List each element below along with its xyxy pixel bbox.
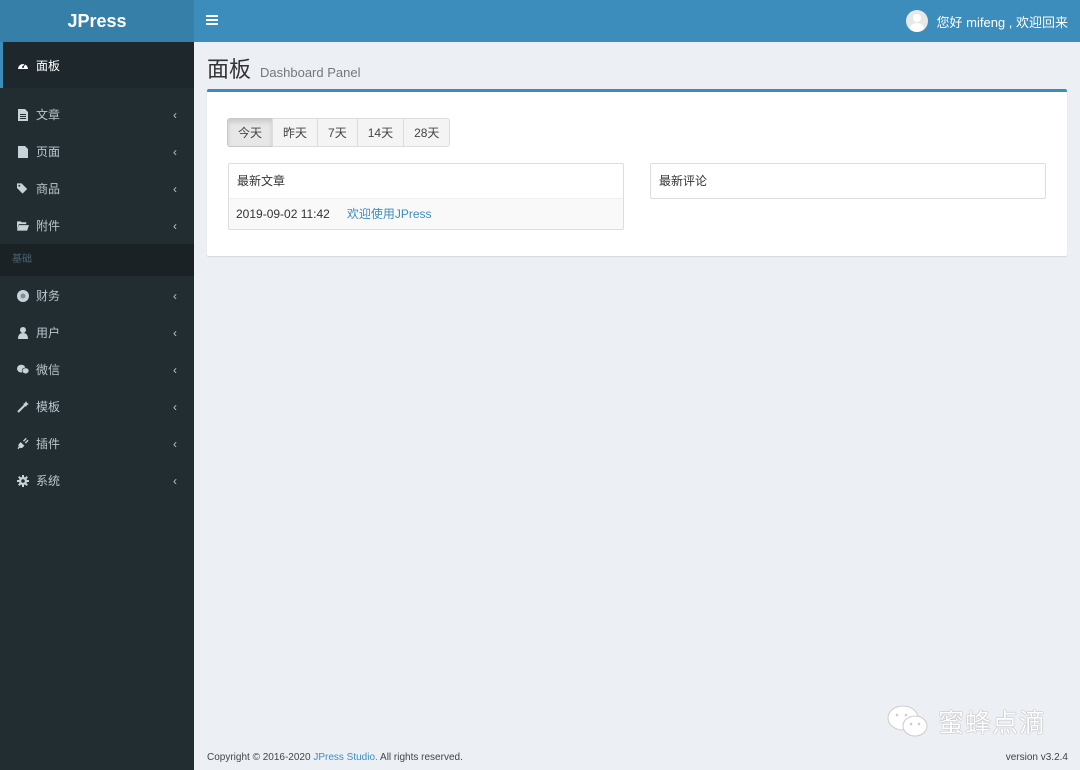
chevron-left-icon: ‹ [173, 362, 177, 377]
logo[interactable]: JPress [0, 0, 194, 42]
panel-title: 最新评论 [659, 174, 708, 188]
tab-today[interactable]: 今天 [227, 118, 274, 147]
copyright-prefix: Copyright © 2016-2020 [207, 752, 314, 763]
sidebar-item-users[interactable]: 用户 ‹ [0, 314, 194, 351]
sidebar-item-finance[interactable]: 财务 ‹ [0, 277, 194, 314]
sidebar-item-label: 文章 [36, 108, 61, 122]
sidebar-toggle-icon[interactable] [206, 15, 218, 27]
user-menu[interactable]: 您好 mifeng , 欢迎回来 [905, 0, 1068, 42]
sidebar: 面板 文章 ‹ 页面 ‹ 商品 ‹ 附件 ‹ 基础 财务 ‹ 用户 ‹ 微信 ‹… [0, 42, 194, 770]
sidebar-item-label: 微信 [36, 363, 61, 377]
list-item: 2019-09-02 11:42 欢迎使用JPress [229, 198, 623, 229]
chevron-left-icon: ‹ [173, 399, 177, 414]
sidebar-item-pages[interactable]: 页面 ‹ [0, 133, 194, 170]
sidebar-item-label: 系统 [36, 474, 61, 488]
footer-version: version v3.2.4 [1005, 752, 1068, 763]
chevron-left-icon: ‹ [173, 218, 177, 233]
sidebar-item-label: 页面 [36, 145, 61, 159]
chevron-left-icon: ‹ [173, 144, 177, 159]
chevron-left-icon: ‹ [173, 181, 177, 196]
sidebar-item-articles[interactable]: 文章 ‹ [0, 96, 194, 133]
wechat-icon [17, 364, 29, 376]
sidebar-item-templates[interactable]: 模板 ‹ [0, 388, 194, 425]
sidebar-item-label: 附件 [36, 219, 61, 233]
page-title: 面板 [207, 57, 252, 82]
page-subtitle: Dashboard Panel [260, 65, 361, 80]
studio-link[interactable]: JPress Studio. [313, 752, 377, 763]
dashboard-box: 今天 昨天 7天 14天 28天 最新文章 2019-09-02 11:42 欢迎… [207, 89, 1067, 256]
sidebar-section-header: 基础 [0, 244, 194, 276]
sidebar-item-label: 插件 [36, 437, 61, 451]
article-link[interactable]: 欢迎使用JPress [347, 207, 432, 221]
finance-icon [17, 289, 29, 302]
file-icon [17, 145, 29, 158]
wechat-logo-icon [887, 705, 928, 736]
latest-comments-panel: 最新评论 [650, 163, 1046, 199]
sidebar-item-label: 财务 [36, 289, 61, 303]
file-text-icon [17, 108, 29, 121]
panel-title: 最新文章 [237, 174, 286, 188]
footer-copyright: Copyright © 2016-2020 JPress Studio. All… [207, 752, 463, 763]
gear-icon [17, 474, 29, 487]
sidebar-item-system[interactable]: 系统 ‹ [0, 462, 194, 499]
avatar [905, 10, 928, 32]
tab-14-days[interactable]: 14天 [356, 118, 405, 147]
date-range-tabs: 今天 昨天 7天 14天 28天 [227, 118, 451, 147]
chevron-left-icon: ‹ [173, 288, 177, 303]
sidebar-item-label: 面板 [36, 58, 61, 73]
chevron-left-icon: ‹ [173, 325, 177, 340]
copyright-suffix: All rights reserved. [377, 752, 463, 763]
greeting-text: 您好 mifeng , 欢迎回来 [936, 14, 1068, 30]
sidebar-item-products[interactable]: 商品 ‹ [0, 170, 194, 207]
tab-28-days[interactable]: 28天 [403, 118, 451, 147]
tags-icon [17, 183, 29, 195]
tab-7-days[interactable]: 7天 [317, 118, 358, 147]
chevron-left-icon: ‹ [173, 473, 177, 488]
sidebar-item-label: 用户 [36, 326, 61, 340]
chevron-left-icon: ‹ [173, 436, 177, 451]
user-icon [17, 326, 29, 339]
sidebar-item-attachments[interactable]: 附件 ‹ [0, 207, 194, 244]
top-navbar: JPress 您好 mifeng , 欢迎回来 [0, 0, 1080, 42]
tab-yesterday[interactable]: 昨天 [272, 118, 319, 147]
sidebar-item-label: 商品 [36, 182, 61, 196]
dashboard-icon [17, 59, 29, 71]
magic-wand-icon [17, 400, 29, 413]
watermark: 蜜蜂点滴 [886, 703, 1046, 740]
sidebar-item-wechat[interactable]: 微信 ‹ [0, 351, 194, 388]
content-header: 面板 Dashboard Panel [207, 52, 360, 84]
latest-articles-panel: 最新文章 2019-09-02 11:42 欢迎使用JPress [228, 163, 624, 230]
watermark-text: 蜜蜂点滴 [938, 708, 1047, 738]
plug-icon [17, 437, 29, 450]
sidebar-item-label: 模板 [36, 400, 61, 414]
sidebar-item-plugins[interactable]: 插件 ‹ [0, 425, 194, 462]
article-date: 2019-09-02 11:42 [236, 207, 330, 221]
folder-open-icon [17, 220, 29, 232]
sidebar-item-dashboard[interactable]: 面板 [0, 42, 194, 88]
chevron-left-icon: ‹ [173, 107, 177, 122]
